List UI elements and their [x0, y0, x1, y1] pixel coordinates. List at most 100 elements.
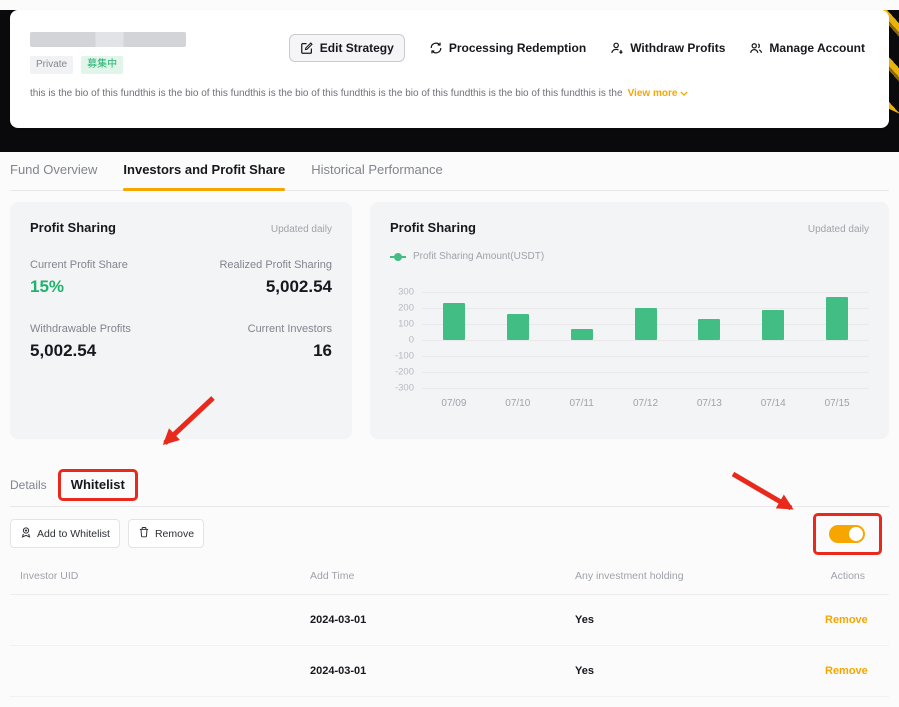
- row-remove-link[interactable]: Remove: [825, 665, 868, 677]
- x-tick-label: 07/13: [696, 398, 722, 409]
- cell-holding: Yes: [575, 665, 594, 677]
- tab-fund-overview[interactable]: Fund Overview: [10, 162, 97, 190]
- chart-plot-area: [422, 292, 869, 389]
- y-tick-label: 300: [398, 286, 414, 298]
- withdraw-icon: [610, 41, 624, 55]
- x-tick-label: 07/12: [632, 398, 659, 409]
- manage-account-button[interactable]: Manage Account: [749, 41, 865, 55]
- whitelist-table: Investor UID Add Time Any investment hol…: [10, 560, 889, 697]
- y-tick-label: -200: [394, 366, 414, 378]
- fund-identity: Private 募集中: [30, 32, 186, 74]
- tab-whitelist[interactable]: Whitelist: [57, 396, 215, 501]
- stat-realized-profit-sharing: Realized Profit Sharing 5,002.54: [181, 259, 332, 297]
- table-row: 2024-03-01 Yes Remove: [10, 646, 889, 697]
- whitelist-toggle[interactable]: [829, 524, 865, 543]
- bar-slot: [614, 292, 678, 388]
- bar-chart: 300 200 100 0 -100 -200 -300: [390, 287, 869, 394]
- y-tick-label: 200: [398, 302, 414, 314]
- chart-y-axis: 300 200 100 0 -100 -200 -300: [390, 287, 422, 394]
- manage-account-icon: [749, 41, 763, 55]
- cell-add-time: 2024-03-01: [310, 665, 367, 677]
- stat-label: Withdrawable Profits: [30, 323, 131, 335]
- stat-value: 15%: [30, 277, 65, 296]
- bar-slot: [805, 292, 869, 388]
- bar-07/14: [762, 310, 785, 340]
- main-tabs: Fund Overview Investors and Profit Share…: [10, 162, 889, 191]
- edit-strategy-label: Edit Strategy: [319, 41, 394, 55]
- manage-account-label: Manage Account: [769, 41, 865, 55]
- processing-redemption-label: Processing Redemption: [448, 41, 587, 55]
- x-tick-label: 07/11: [569, 398, 594, 409]
- header-actions: Edit Strategy Processing Redemption With…: [288, 34, 865, 62]
- fund-header-card: Private 募集中 Edit Strategy Processing Red…: [10, 10, 889, 128]
- view-more-link[interactable]: View more: [628, 88, 689, 99]
- edit-strategy-button[interactable]: Edit Strategy: [288, 34, 405, 62]
- chart-updated-daily: Updated daily: [807, 224, 869, 235]
- processing-redemption-button[interactable]: Processing Redemption: [429, 41, 586, 55]
- remove-button[interactable]: Remove: [127, 519, 205, 548]
- summary-card-title: Profit Sharing: [30, 220, 116, 235]
- tab-details[interactable]: Details: [10, 478, 47, 492]
- chart-bars: [422, 292, 869, 388]
- cell-holding: Yes: [575, 614, 594, 626]
- stat-value: 16: [313, 341, 332, 360]
- y-tick-label: -300: [394, 382, 414, 394]
- col-header-investor-uid: Investor UID: [20, 570, 79, 582]
- bar-07/15: [826, 296, 849, 340]
- col-header-add-time: Add Time: [310, 570, 355, 582]
- stat-value: 5,002.54: [30, 341, 97, 360]
- bar-slot: [422, 292, 486, 388]
- x-tick-label: 07/15: [824, 398, 850, 409]
- chart-x-axis: 07/09 07/10 07/11 07/12 07/13 07/14 07/15: [422, 398, 869, 409]
- cell-add-time: 2024-03-01: [310, 614, 367, 626]
- badges: Private 募集中: [30, 56, 186, 74]
- chart-card-title: Profit Sharing: [390, 220, 476, 235]
- profit-sharing-summary-card: Profit Sharing Updated daily Current Pro…: [10, 202, 352, 439]
- y-tick-label: 0: [408, 334, 414, 346]
- summary-updated-daily: Updated daily: [270, 224, 332, 235]
- x-tick-label: 07/14: [760, 398, 786, 409]
- x-tick-label: 07/10: [505, 398, 531, 409]
- withdraw-profits-label: Withdraw Profits: [630, 41, 726, 55]
- bar-slot: [677, 292, 741, 388]
- chevron-down-icon: [680, 88, 689, 99]
- withdraw-profits-button[interactable]: Withdraw Profits: [610, 41, 725, 55]
- legend-label: Profit Sharing Amount(USDT): [413, 251, 545, 262]
- tab-investors-profit-share[interactable]: Investors and Profit Share: [123, 162, 285, 191]
- stat-label: Current Profit Share: [30, 259, 128, 271]
- chart-legend: Profit Sharing Amount(USDT): [390, 251, 869, 262]
- x-tick-label: 07/09: [441, 398, 467, 409]
- stat-current-investors: Current Investors 16: [181, 323, 332, 361]
- view-more-label: View more: [627, 88, 678, 99]
- bar-07/11: [570, 328, 593, 340]
- row-remove-link[interactable]: Remove: [825, 614, 868, 626]
- bar-slot: [741, 292, 805, 388]
- whitelist-toolbar: Add to Whitelist Remove: [10, 471, 889, 560]
- table-header-row: Investor UID Add Time Any investment hol…: [10, 560, 889, 595]
- whitelist-toggle-wrap: [731, 471, 882, 555]
- add-to-whitelist-button[interactable]: Add to Whitelist: [10, 519, 120, 548]
- add-to-whitelist-label: Add to Whitelist: [37, 527, 110, 540]
- tab-whitelist-label: Whitelist: [70, 477, 125, 492]
- fund-bio: this is the bio of this fundthis is the …: [30, 88, 623, 99]
- table-row: 2024-03-01 Yes Remove: [10, 595, 889, 646]
- y-tick-label: 100: [398, 318, 414, 330]
- bar-07/13: [698, 319, 721, 340]
- stat-label: Realized Profit Sharing: [219, 259, 332, 271]
- remove-button-label: Remove: [154, 527, 195, 540]
- col-header-actions: Actions: [830, 570, 865, 582]
- redemption-icon: [429, 41, 443, 55]
- edit-icon: [300, 41, 314, 55]
- col-header-holding: Any investment holding: [575, 570, 684, 582]
- stat-current-profit-share: Current Profit Share 15%: [30, 259, 181, 297]
- sub-tabs: Details Whitelist: [10, 396, 889, 507]
- stat-label: Current Investors: [247, 323, 332, 335]
- bar-slot: [486, 292, 550, 388]
- y-tick-label: -100: [394, 350, 414, 362]
- gridline: [422, 388, 869, 389]
- tab-historical-performance[interactable]: Historical Performance: [311, 162, 443, 190]
- recruiting-badge: 募集中: [81, 56, 124, 74]
- bar-07/12: [634, 308, 657, 340]
- private-badge: Private: [30, 56, 74, 74]
- bar-slot: [550, 292, 614, 388]
